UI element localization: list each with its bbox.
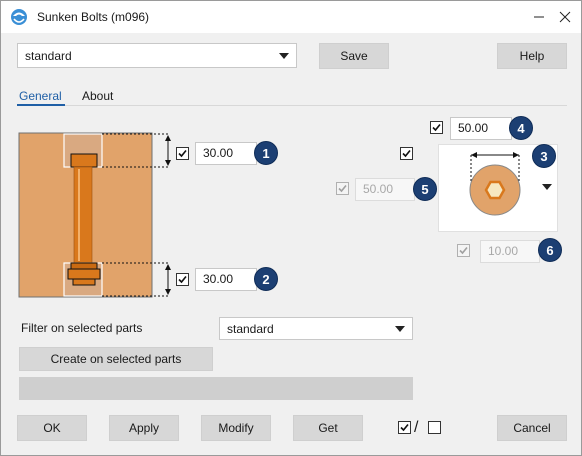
dialog-window: Sunken Bolts (m096) standard Save Help G…: [0, 0, 582, 456]
param2-badge: 2: [254, 267, 278, 291]
param4-checkbox[interactable]: [430, 121, 443, 134]
tab-general[interactable]: General: [19, 89, 62, 103]
check-icon: [338, 184, 347, 193]
param6-badge: 6: [538, 238, 562, 262]
param4-input[interactable]: 50.00: [450, 117, 512, 140]
tab-active-indicator: [17, 104, 65, 106]
modify-button[interactable]: Modify: [201, 415, 271, 441]
param6-input[interactable]: 10.00: [480, 240, 540, 263]
check-icon: [178, 149, 187, 158]
filter-label: Filter on selected parts: [21, 321, 143, 335]
param2-input[interactable]: 30.00: [195, 268, 257, 291]
check-icon: [402, 149, 411, 158]
check-icon: [400, 423, 409, 432]
param1-input[interactable]: 30.00: [195, 142, 257, 165]
app-icon: [9, 7, 29, 27]
param1-badge: 1: [254, 141, 278, 165]
check-icon: [459, 246, 468, 255]
param5-badge: 5: [413, 177, 437, 201]
minimize-icon: [534, 16, 544, 18]
help-button[interactable]: Help: [497, 43, 567, 69]
preset-value: standard: [25, 49, 72, 63]
title-bar: Sunken Bolts (m096): [1, 1, 581, 33]
check-all-toggle[interactable]: [398, 421, 411, 434]
head-shape-checkbox[interactable]: [400, 147, 413, 160]
close-icon: [559, 11, 571, 23]
check-icon: [178, 275, 187, 284]
close-button[interactable]: [553, 5, 577, 29]
progress-bar: [19, 377, 413, 400]
param2-checkbox[interactable]: [176, 273, 189, 286]
bolt-nut: [67, 268, 101, 280]
tab-about[interactable]: About: [82, 89, 113, 103]
param5-checkbox[interactable]: [336, 182, 349, 195]
window-title: Sunken Bolts (m096): [37, 10, 150, 24]
uncheck-all-toggle[interactable]: [428, 421, 441, 434]
param4-badge: 4: [509, 116, 533, 140]
dropdown-arrow-icon: [395, 326, 405, 332]
save-button[interactable]: Save: [319, 43, 389, 69]
preset-select[interactable]: standard: [17, 43, 297, 68]
dropdown-arrow-icon: [279, 53, 289, 59]
get-button[interactable]: Get: [293, 415, 363, 441]
apply-button[interactable]: Apply: [109, 415, 179, 441]
minimize-button[interactable]: [527, 5, 551, 29]
cancel-button[interactable]: Cancel: [497, 415, 567, 441]
tab-divider: [17, 105, 567, 106]
param5-input[interactable]: 50.00: [355, 178, 415, 201]
create-on-selected-parts-button[interactable]: Create on selected parts: [19, 347, 213, 371]
bolt-shank: [73, 166, 93, 264]
param3-badge: 3: [532, 144, 556, 168]
filter-value: standard: [227, 322, 274, 336]
bolt-section-drawing: [18, 132, 171, 298]
filter-select[interactable]: standard: [219, 317, 413, 340]
check-icon: [432, 123, 441, 132]
param1-checkbox[interactable]: [176, 147, 189, 160]
ok-button[interactable]: OK: [17, 415, 87, 441]
param6-checkbox[interactable]: [457, 244, 470, 257]
dropdown-arrow-icon[interactable]: [542, 184, 552, 190]
bolt-head: [70, 153, 98, 168]
toggle-separator: /: [414, 419, 419, 436]
